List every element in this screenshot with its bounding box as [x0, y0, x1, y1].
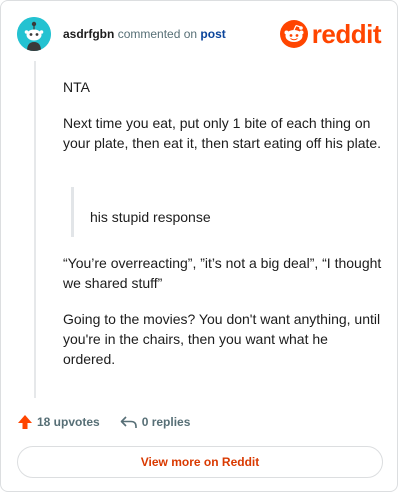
quote-text: his stupid response [90, 209, 211, 225]
reply-count: 0 replies [141, 415, 191, 429]
upvote-arrow-icon [18, 415, 32, 429]
upvote-count: 18 upvotes [37, 415, 100, 429]
comment-paragraph: Going to the movies? You don't want anyt… [63, 311, 381, 367]
action-text: commented on [117, 27, 198, 41]
reply-button[interactable]: 0 replies [120, 414, 191, 430]
reddit-logo[interactable]: reddit [279, 18, 382, 49]
reply-arrow-icon [120, 416, 137, 428]
reddit-wordmark: reddit [311, 18, 382, 49]
blockquote: his stupid response [71, 187, 211, 237]
post-link[interactable]: post [200, 27, 225, 41]
comment-paragraph: NTA [63, 79, 90, 95]
reddit-alien-icon [279, 20, 308, 48]
comment-byline: asdrfgbn commented on post [63, 27, 226, 41]
thread-line [34, 61, 36, 398]
comment-paragraph: Next time you eat, put only 1 bite of ea… [63, 115, 382, 151]
view-more-button[interactable]: View more on Reddit [17, 446, 383, 478]
snoo-avatar-icon[interactable] [17, 17, 51, 51]
comment-paragraph: “You’re overreacting”, ”it’s not a big d… [63, 255, 382, 291]
comment-actions: 18 upvotes 0 replies [17, 411, 210, 433]
comment-header: asdrfgbn commented on post reddit [17, 17, 382, 51]
embedded-comment-card: asdrfgbn commented on post reddit NTA Ne… [0, 0, 398, 492]
username-link[interactable]: asdrfgbn [63, 27, 114, 41]
upvote-button[interactable]: 18 upvotes [17, 414, 100, 430]
